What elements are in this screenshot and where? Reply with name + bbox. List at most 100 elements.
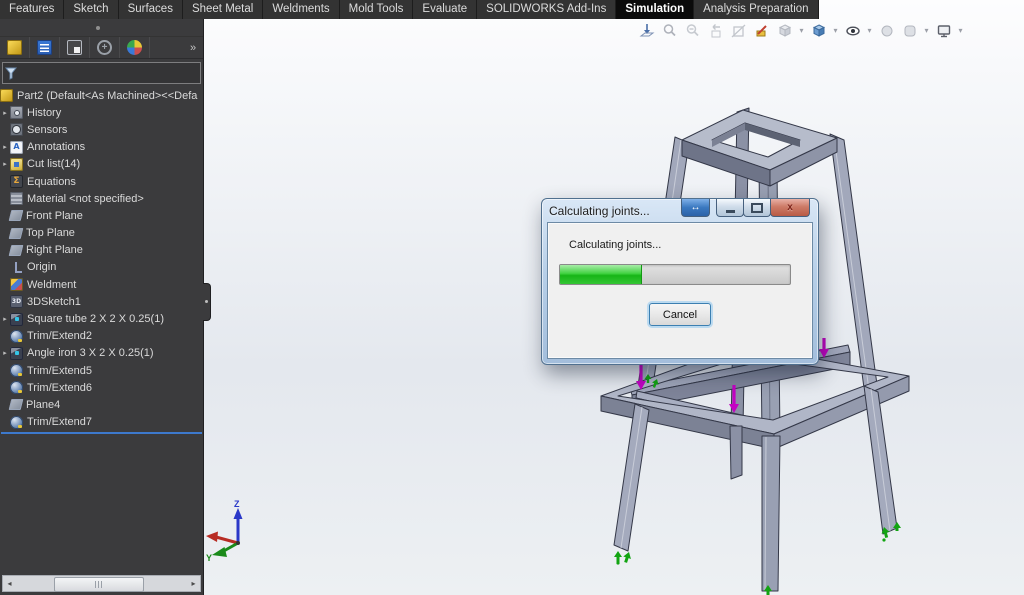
tree-item[interactable]: History: [0, 104, 203, 121]
plane-icon: [9, 399, 24, 410]
view-settings-dropdown[interactable]: ▾: [957, 26, 964, 35]
displaymanager-icon: [127, 40, 142, 55]
dialog-title: Calculating joints...: [549, 204, 650, 218]
panel-chevron-icon[interactable]: »: [183, 42, 203, 54]
trim-extend-icon: [10, 364, 23, 377]
panel-splitter[interactable]: [0, 19, 203, 37]
propertymanager-tab[interactable]: [30, 37, 60, 58]
svg-text:Y: Y: [206, 553, 212, 563]
expand-arrow-icon[interactable]: [0, 349, 10, 357]
tree-horizontal-scrollbar: ◂ ▸: [2, 575, 201, 592]
scrollbar-thumb[interactable]: [54, 577, 144, 592]
hide-show-items-icon[interactable]: [843, 21, 862, 40]
tree-item[interactable]: Material <not specified>: [0, 190, 203, 207]
tree-item[interactable]: Top Plane: [0, 225, 203, 242]
apply-scene-icon[interactable]: [900, 21, 919, 40]
dialog-body: Calculating joints... Cancel: [547, 222, 813, 359]
apply-scene-dropdown[interactable]: ▾: [923, 26, 930, 35]
dialog-swap-button[interactable]: ↔: [681, 199, 710, 217]
tree-item[interactable]: Weldment: [0, 276, 203, 293]
progress-fill: [560, 265, 642, 284]
origin-icon: [10, 261, 23, 274]
tab-surfaces[interactable]: Surfaces: [119, 0, 183, 19]
trim-extend-icon: [10, 330, 23, 343]
tree-filter-input[interactable]: [17, 64, 200, 82]
expand-arrow-icon[interactable]: [0, 143, 10, 151]
tree-item[interactable]: Right Plane: [0, 242, 203, 259]
previous-view-icon[interactable]: [706, 21, 725, 40]
tab-sketch[interactable]: Sketch: [64, 0, 118, 19]
progress-bar: [559, 264, 791, 285]
window-buttons: ↔ x: [682, 199, 810, 217]
tree-item[interactable]: Angle iron 3 X 2 X 0.25(1): [0, 345, 203, 362]
tab-evaluate[interactable]: Evaluate: [413, 0, 477, 19]
trim-extend-icon: [10, 381, 23, 394]
tree-item[interactable]: Equations: [0, 173, 203, 190]
plane-icon: [9, 228, 24, 239]
scrollbar-track[interactable]: [16, 577, 187, 590]
tab-features[interactable]: Features: [0, 0, 64, 19]
tree-item[interactable]: Sensors: [0, 121, 203, 138]
material-icon: [10, 192, 23, 205]
tree-item[interactable]: Trim/Extend7: [0, 414, 203, 431]
part-icon: [0, 89, 13, 102]
display-style-dropdown[interactable]: ▾: [832, 26, 839, 35]
scroll-left-arrow[interactable]: ◂: [3, 579, 16, 588]
tree-filter: [2, 62, 201, 84]
hide-show-items-dropdown[interactable]: ▾: [866, 26, 873, 35]
tab-simulation[interactable]: Simulation: [616, 0, 694, 19]
scroll-right-arrow[interactable]: ▸: [187, 579, 200, 588]
tree-item-root[interactable]: Part2 (Default<As Machined><<Defa: [0, 87, 203, 104]
filter-funnel-icon: [5, 66, 17, 80]
minimize-button[interactable]: [716, 199, 744, 217]
tree-item[interactable]: Cut list(14): [0, 156, 203, 173]
view-orientation-icon[interactable]: [775, 21, 794, 40]
zoom-to-fit-icon[interactable]: [637, 21, 656, 40]
edit-appearance-icon[interactable]: [877, 21, 896, 40]
tab-sheet-metal[interactable]: Sheet Metal: [183, 0, 263, 19]
expand-arrow-icon[interactable]: [0, 315, 10, 323]
dynamic-annotation-views-icon[interactable]: [752, 21, 771, 40]
view-orientation-dropdown[interactable]: ▾: [798, 26, 805, 35]
sensors-icon: [10, 123, 23, 136]
cutlist-icon: [10, 158, 23, 171]
tree-item[interactable]: Trim/Extend6: [0, 379, 203, 396]
maximize-button[interactable]: [743, 199, 771, 217]
tree-item[interactable]: Trim/Extend5: [0, 362, 203, 379]
displaymanager-tab[interactable]: [120, 37, 150, 58]
tab-weldments[interactable]: Weldments: [263, 0, 339, 19]
featuremanager-tree-tab[interactable]: [0, 37, 30, 58]
rollback-bar[interactable]: [1, 432, 202, 434]
tree-item[interactable]: Square tube 2 X 2 X 0.25(1): [0, 310, 203, 327]
tree-item[interactable]: Trim/Extend2: [0, 328, 203, 345]
tree-item[interactable]: 3DSketch1: [0, 293, 203, 310]
solidworks-window: Z X Y: [0, 0, 1024, 595]
tree-item[interactable]: Plane4: [0, 396, 203, 413]
expand-arrow-icon[interactable]: [0, 109, 10, 117]
expand-arrow-icon[interactable]: [0, 160, 10, 168]
calculating-joints-dialog: Calculating joints... ↔ x Calculating jo…: [541, 198, 819, 365]
tab-solidworks-add-ins[interactable]: SOLIDWORKS Add-Ins: [477, 0, 616, 19]
dimxpertmanager-tab[interactable]: [90, 37, 120, 58]
view-settings-icon[interactable]: [934, 21, 953, 40]
orientation-triad: Z X Y: [198, 499, 243, 563]
tab-mold-tools[interactable]: Mold Tools: [340, 0, 414, 19]
zoom-to-area-icon[interactable]: [660, 21, 679, 40]
dimxpertmanager-icon: [97, 40, 112, 55]
tree-item[interactable]: Origin: [0, 259, 203, 276]
equations-icon: [10, 175, 23, 188]
fixture-arrows: [614, 374, 901, 595]
propertymanager-icon: [37, 40, 52, 55]
tab-analysis-preparation[interactable]: Analysis Preparation: [694, 0, 818, 19]
configurationmanager-icon: [67, 40, 82, 55]
cancel-button[interactable]: Cancel: [649, 303, 711, 326]
tree-item[interactable]: Front Plane: [0, 207, 203, 224]
display-style-icon[interactable]: [809, 21, 828, 40]
tree-item[interactable]: Annotations: [0, 139, 203, 156]
section-view-icon[interactable]: [729, 21, 748, 40]
zoom-in-out-icon[interactable]: [683, 21, 702, 40]
close-button[interactable]: x: [770, 199, 810, 217]
panel-collapse-handle[interactable]: [203, 283, 211, 321]
dialog-message: Calculating joints...: [569, 239, 661, 251]
configurationmanager-tab[interactable]: [60, 37, 90, 58]
